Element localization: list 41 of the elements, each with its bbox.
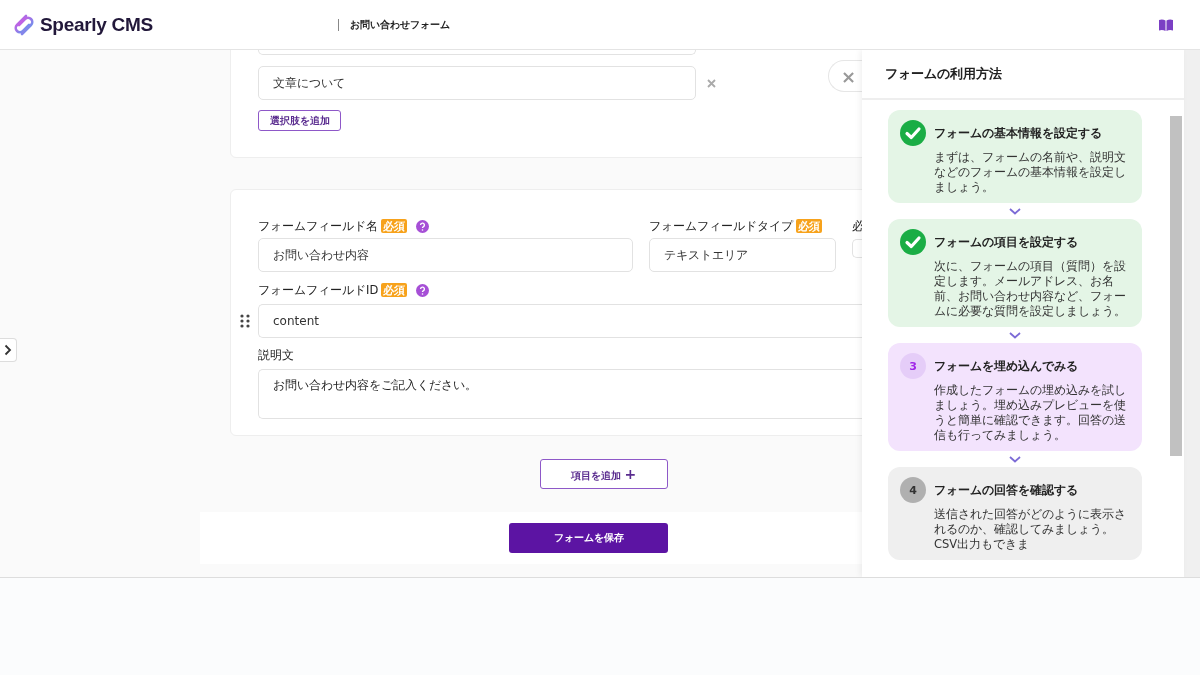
- step-title: フォームの基本情報を設定する: [934, 125, 1102, 141]
- logo-icon: [12, 12, 36, 37]
- step-title: フォームの回答を確認する: [934, 482, 1078, 498]
- required-badge: 必須: [381, 283, 408, 297]
- required-badge: 必須: [796, 219, 822, 233]
- input-field[interactable]: content: [258, 304, 863, 338]
- step-description: 送信された回答がどのように表示されるのか、確認してみましょう。CSV出力もできま: [934, 507, 1127, 552]
- text-area[interactable]: お問い合わせ内容をご記入ください。: [258, 369, 863, 419]
- chevron-down-icon: [1009, 208, 1021, 215]
- expand-tab[interactable]: [0, 338, 17, 362]
- drag-handle-icon: [240, 314, 250, 328]
- step-description: まずは、フォームの名前や、説明文などのフォームの基本情報を設定しましょう。: [934, 150, 1127, 195]
- close-icon: [707, 78, 716, 88]
- step-title: フォームを埋め込んでみる: [934, 358, 1078, 374]
- chevron-down-icon: [1009, 332, 1021, 339]
- step-description: 作成したフォームの埋め込みを試しましょう。埋め込みプレビューを使うと簡単に確認できます。回答の送信も行ってみましょう。: [934, 383, 1127, 443]
- field-label: 説明文: [258, 348, 295, 363]
- step-title: フォームの項目を設定する: [934, 234, 1078, 250]
- input-field[interactable]: お問い合わせ内容: [258, 238, 633, 272]
- book-icon: [1159, 18, 1173, 31]
- select-field[interactable]: テキストエリア: [649, 238, 836, 272]
- field-label: フォームフィールド名: [258, 218, 378, 234]
- check-icon: [900, 229, 926, 255]
- panel-title: フォームの利用方法: [862, 50, 1184, 100]
- save-button[interactable]: フォームを保存: [509, 523, 668, 553]
- add-choice-button[interactable]: 選択肢を追加: [258, 110, 341, 131]
- scrollbar[interactable]: [1184, 50, 1200, 577]
- chevron-right-icon: [4, 344, 12, 356]
- brand-name: Spearly CMS: [40, 13, 153, 36]
- add-item-button[interactable]: 項目を追加 +: [539, 459, 668, 489]
- page-title: お問い合わせフォーム: [349, 17, 450, 32]
- field-label: フォームフィールドID: [258, 282, 379, 298]
- step-number: 4: [900, 477, 926, 503]
- chevron-down-icon: [1009, 456, 1021, 463]
- input-field[interactable]: 文章について: [258, 66, 696, 100]
- required-badge: 必須: [381, 219, 407, 233]
- field-label: フォームフィールドタイプ: [649, 218, 793, 234]
- check-icon: [900, 120, 926, 146]
- step-number: 3: [900, 353, 926, 379]
- step-description: 次に、フォームの項目（質問）を設定します。メールアドレス、お名前、お問い合わせ内容など、フォームに必要な質問を設定しましょう。: [934, 259, 1127, 319]
- scrollbar[interactable]: [1170, 116, 1182, 456]
